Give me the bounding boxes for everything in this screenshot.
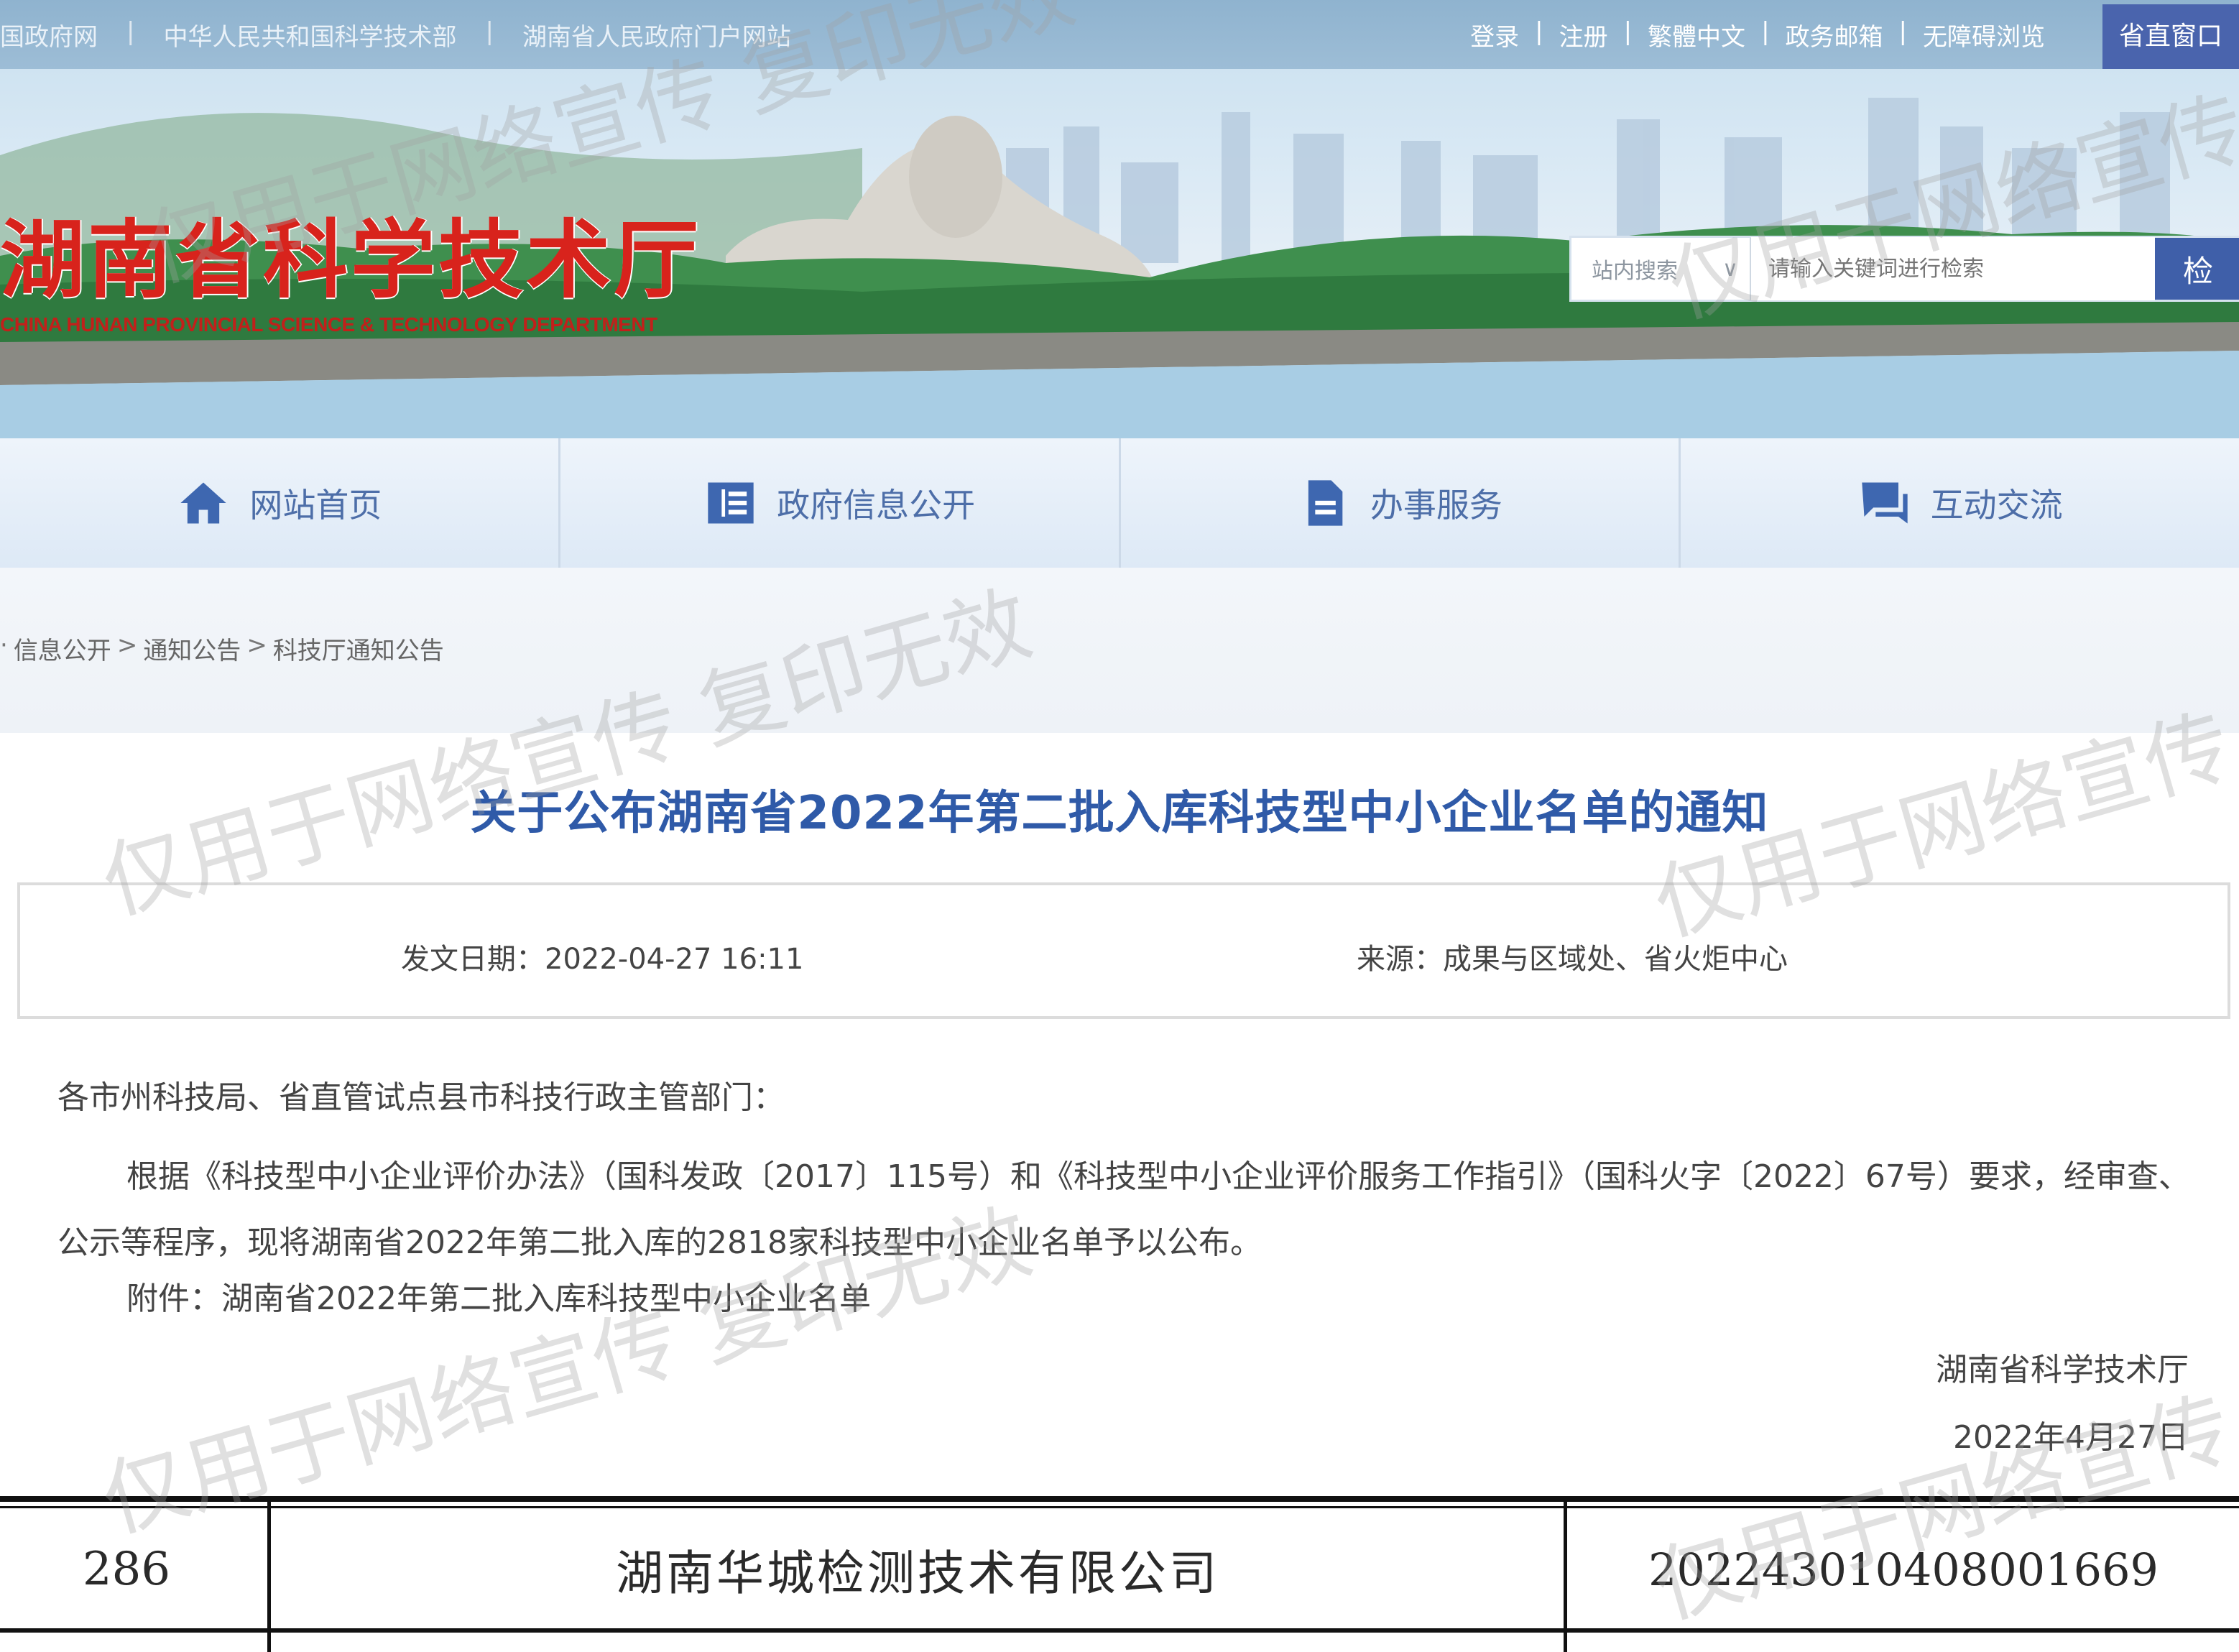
chat-icon xyxy=(1861,482,1908,524)
company-name: 湖南华城检测技术有限公司 xyxy=(616,1546,1219,1601)
breadcrumb-separator: · xyxy=(0,631,8,660)
divider: | xyxy=(1761,17,1770,46)
publish-date: 发文日期：2022-04-27 16:11 xyxy=(401,943,804,976)
link-most[interactable]: 中华人民共和国科学技术部 xyxy=(163,17,456,52)
nav-item-label: 办事服务 xyxy=(1370,486,1502,525)
chevron-down-icon: ∨ xyxy=(1722,256,1738,282)
article-source: 来源：成果与区域处、省火炬中心 xyxy=(1357,943,1788,976)
article-title: 关于公布湖南省2022年第二批入库科技型中小企业名单的通知 xyxy=(470,787,1769,840)
gov-mail-link[interactable]: 政务邮箱 xyxy=(1786,17,1883,52)
search-scope-label: 站内搜索 xyxy=(1592,259,1678,284)
breadcrumb: · 信息公开 > 通知公告 > 科技厅通知公告 xyxy=(0,631,444,666)
accessibility-link[interactable]: 无障碍浏览 xyxy=(1923,17,2045,52)
search-scope-select[interactable]: 站内搜索 ∨ xyxy=(1571,238,1751,300)
register-link[interactable]: 注册 xyxy=(1559,17,1608,52)
search-button[interactable]: 检 xyxy=(2155,238,2239,300)
nav-item-label: 网站首页 xyxy=(249,486,382,525)
site-title: 湖南省科学技术厅 xyxy=(0,210,702,310)
site-subtitle: CHINA HUNAN PROVINCIAL SCIENCE & TECHNOL… xyxy=(0,313,657,336)
registration-code: 202243010408001669 xyxy=(1648,1543,2159,1596)
article-body: 根据《科技型中小企业评价办法》（国科发政〔2017〕115号）和《科技型中小企业… xyxy=(57,1158,2190,1261)
login-link[interactable]: 登录 xyxy=(1470,17,1519,52)
nav-item-home[interactable]: 网站首页 xyxy=(0,438,560,568)
nav-item-services[interactable]: 办事服务 xyxy=(1121,438,1681,568)
info-panel-icon xyxy=(708,482,754,524)
nav-item-gov-info[interactable]: 政府信息公开 xyxy=(560,438,1121,568)
breadcrumb-separator: > xyxy=(246,631,267,660)
salutation: 各市州科技局、省直管试点县市科技行政主管部门： xyxy=(57,1079,785,1116)
header-banner: 湖南省科学技术厅 CHINA HUNAN PROVINCIAL SCIENCE … xyxy=(0,69,2239,438)
link-hunan-gov[interactable]: 湖南省人民政府门户网站 xyxy=(522,17,791,52)
divider: | xyxy=(485,17,494,46)
divider: | xyxy=(1535,17,1543,46)
search-bar: 站内搜索 ∨ 检 xyxy=(1569,236,2239,302)
provincial-portal-button[interactable]: 省直窗口 xyxy=(2102,4,2239,69)
table-border-top xyxy=(0,1496,2239,1502)
top-bar: 国政府网 | 中华人民共和国科学技术部 | 湖南省人民政府门户网站 登录 | 注… xyxy=(0,0,2239,69)
signature-org: 湖南省科学技术厅 xyxy=(1936,1352,2189,1388)
breadcrumb-info-public[interactable]: 信息公开 xyxy=(14,631,111,666)
nav-item-label: 政府信息公开 xyxy=(777,486,976,525)
utility-links: 登录 | 注册 | 繁體中文 | 政务邮箱 | 无障碍浏览 xyxy=(1470,17,2045,52)
nav-item-interaction[interactable]: 互动交流 xyxy=(1681,438,2239,568)
breadcrumb-dept-notices[interactable]: 科技厅通知公告 xyxy=(273,631,444,666)
divider: | xyxy=(126,17,135,46)
external-links: 国政府网 | 中华人民共和国科学技术部 | 湖南省人民政府门户网站 xyxy=(0,17,791,52)
table-row: 286 湖南华城检测技术有限公司 202243010408001669 xyxy=(0,1508,2239,1630)
divider: | xyxy=(1623,17,1633,46)
breadcrumb-separator: > xyxy=(116,631,138,660)
nav-item-label: 互动交流 xyxy=(1930,486,2063,525)
home-icon xyxy=(180,482,227,524)
attachment-link[interactable]: 附件：湖南省2022年第二批入库科技型中小企业名单 xyxy=(126,1278,2239,1321)
table-border-bottom xyxy=(0,1628,2239,1633)
article-meta: 发文日期：2022-04-27 16:11 来源：成果与区域处、省火炬中心 xyxy=(17,882,2230,1019)
breadcrumb-notices[interactable]: 通知公告 xyxy=(143,631,241,666)
row-number: 286 xyxy=(82,1543,171,1596)
signature-date: 2022年4月27日 xyxy=(1953,1419,2189,1456)
traditional-chinese-link[interactable]: 繁體中文 xyxy=(1648,17,1745,52)
search-input[interactable] xyxy=(1751,237,2155,300)
divider: | xyxy=(1898,17,1907,46)
link-gov-portal[interactable]: 国政府网 xyxy=(0,17,98,52)
document-icon xyxy=(1308,480,1343,526)
main-nav: 网站首页 政府信息公开 办事服务 互动交流 xyxy=(0,438,2239,568)
